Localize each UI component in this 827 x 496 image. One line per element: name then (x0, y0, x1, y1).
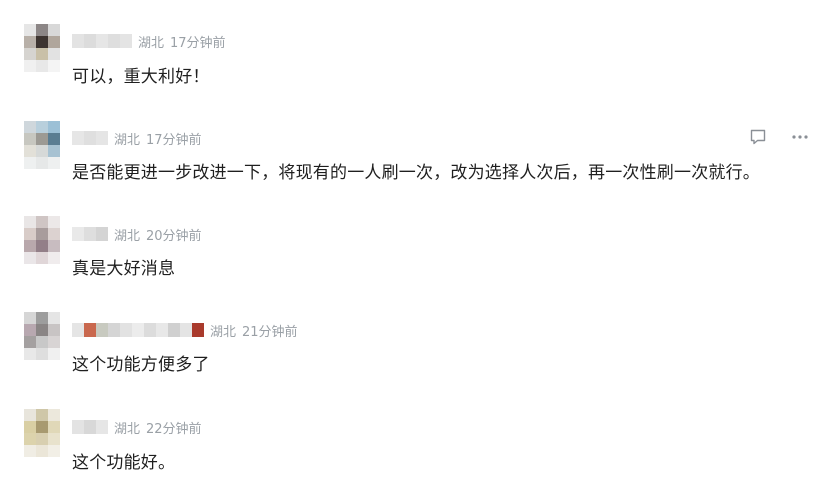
comment-text: 可以，重大利好！ (72, 67, 210, 87)
avatar[interactable] (24, 216, 60, 264)
more-icon[interactable] (791, 128, 809, 146)
avatar[interactable] (24, 409, 60, 457)
comment-time: 21分钟前 (242, 324, 298, 340)
comment-text: 是否能更进一步改进一下，将现有的一人刷一次，改为选择人次后，再一次性刷一次就行。 (72, 163, 760, 183)
username-blurred[interactable] (72, 131, 108, 145)
username-blurred[interactable] (72, 420, 108, 434)
comment-meta: 湖北 22分钟前 (72, 419, 202, 437)
comment-meta: 湖北 17分钟前 (72, 33, 226, 51)
comment-meta: 湖北 17分钟前 (72, 130, 202, 148)
comment-location: 湖北 (114, 132, 141, 148)
avatar[interactable] (24, 24, 60, 72)
comment-location: 湖北 (114, 228, 141, 244)
comment-time: 17分钟前 (170, 35, 226, 51)
comment-location: 湖北 (138, 35, 165, 51)
comment-location: 湖北 (114, 421, 141, 437)
avatar[interactable] (24, 121, 60, 169)
avatar[interactable] (24, 312, 60, 360)
comment-location: 湖北 (210, 324, 237, 340)
username-blurred[interactable] (72, 323, 204, 337)
comment-time: 22分钟前 (146, 421, 202, 437)
comment-time: 20分钟前 (146, 228, 202, 244)
comment-text: 真是大好消息 (72, 259, 176, 279)
comment-text: 这个功能方便多了 (72, 355, 210, 375)
username-blurred[interactable] (72, 227, 108, 241)
comment-time: 17分钟前 (146, 132, 202, 148)
comment-meta: 湖北 20分钟前 (72, 226, 202, 244)
username-blurred[interactable] (72, 34, 132, 48)
comment-icon[interactable] (749, 128, 767, 146)
comment-actions (749, 128, 809, 146)
comment-meta: 湖北 21分钟前 (72, 322, 298, 340)
comment-text: 这个功能好。 (72, 453, 176, 473)
